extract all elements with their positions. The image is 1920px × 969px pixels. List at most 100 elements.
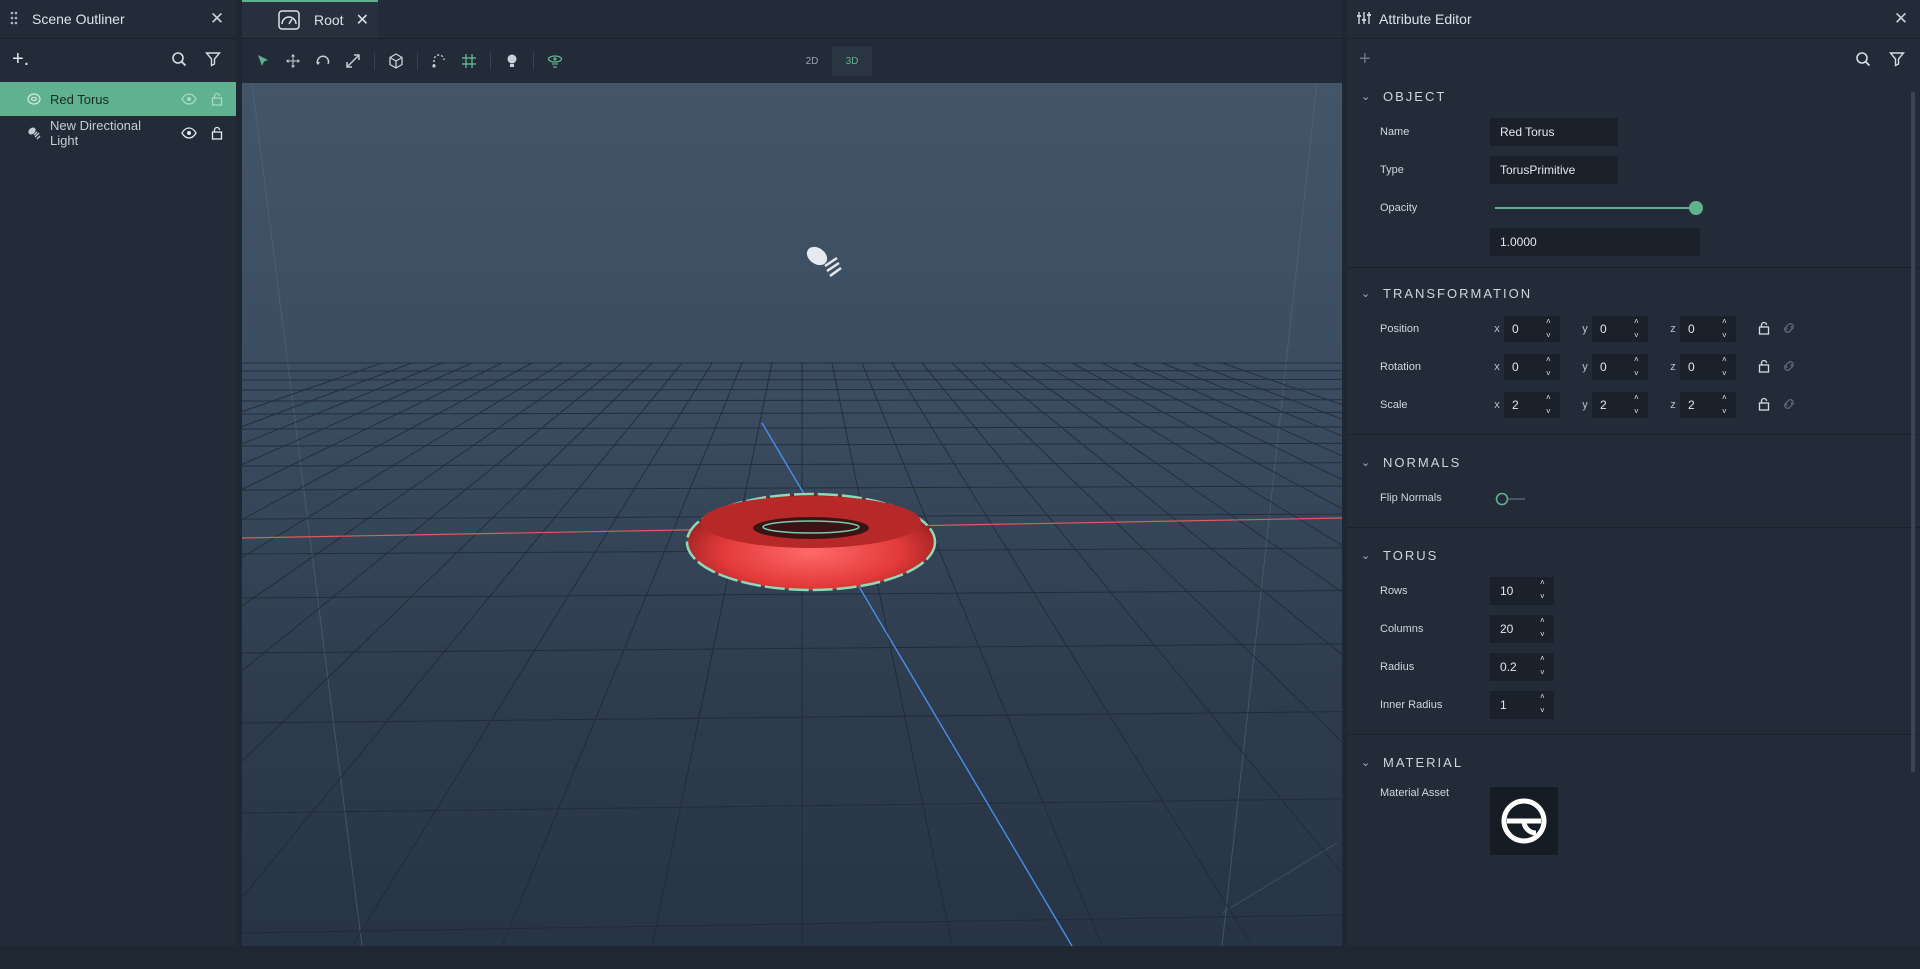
axis-z-label: z xyxy=(1670,361,1676,373)
add-attribute-button[interactable]: + xyxy=(1359,48,1840,71)
lock-icon[interactable] xyxy=(208,124,226,142)
value: 0 xyxy=(1512,360,1519,374)
snap-icon[interactable] xyxy=(424,46,454,76)
rows-label: Rows xyxy=(1380,585,1408,597)
scale-y-input[interactable]: 2 ˄ ˅ xyxy=(1592,392,1648,418)
slider-handle[interactable] xyxy=(1689,201,1703,215)
outliner-item-red-torus[interactable]: Red Torus xyxy=(0,82,236,116)
link-icon[interactable] xyxy=(1782,359,1798,375)
link-icon[interactable] xyxy=(1782,397,1798,413)
grid-line xyxy=(242,362,473,466)
name-field[interactable]: Red Torus xyxy=(1490,118,1618,146)
opacity-slider[interactable] xyxy=(1495,201,1703,215)
add-object-button[interactable]: +. xyxy=(12,48,156,71)
close-icon[interactable]: ✕ xyxy=(208,9,226,29)
move-tool-icon[interactable] xyxy=(278,46,308,76)
grid-line xyxy=(831,362,953,946)
close-icon[interactable]: ✕ xyxy=(356,10,369,30)
camera-orbit-icon[interactable] xyxy=(540,46,570,76)
position-x-input[interactable]: 0 ˄ ˅ xyxy=(1504,316,1560,342)
stepper-icon[interactable]: ˄ ˅ xyxy=(1634,317,1644,341)
select-tool-icon[interactable] xyxy=(248,46,278,76)
rotate-tool-icon[interactable] xyxy=(308,46,338,76)
scrollbar[interactable] xyxy=(1911,92,1915,772)
grid-line xyxy=(242,914,1342,934)
stepper-icon[interactable]: ˄ ˅ xyxy=(1546,317,1556,341)
object-section-header[interactable]: ⌄ OBJECT xyxy=(1347,79,1920,113)
close-icon[interactable]: ✕ xyxy=(1892,9,1910,29)
search-icon[interactable] xyxy=(168,48,190,70)
grid-line xyxy=(501,362,743,946)
value: 2 xyxy=(1600,398,1607,412)
lock-icon[interactable] xyxy=(1758,321,1774,337)
stepper-icon[interactable]: ˄ ˅ xyxy=(1540,578,1550,602)
scale-tool-icon[interactable] xyxy=(338,46,368,76)
torus-section-header[interactable]: ⌄ TORUS xyxy=(1347,538,1920,572)
viewport-panel: Root ✕ 2D 3D xyxy=(242,0,1342,946)
filter-icon[interactable] xyxy=(1886,48,1908,70)
axis-x-label: x xyxy=(1494,323,1500,335)
status-bar xyxy=(0,946,1920,969)
stepper-icon[interactable]: ˄ ˅ xyxy=(1546,393,1556,417)
scale-row: Scale x 2 ˄ ˅ y 2 ˄ ˅ z 2 ˄ ˅ xyxy=(1347,386,1920,424)
scale-z-input[interactable]: 2 ˄ ˅ xyxy=(1680,392,1736,418)
stepper-icon[interactable]: ˄ ˅ xyxy=(1722,393,1732,417)
eye-icon[interactable] xyxy=(180,90,198,108)
opacity-input[interactable]: 1.0000 xyxy=(1490,228,1700,256)
grid-line xyxy=(1191,362,1342,420)
stepper-icon[interactable]: ˄ ˅ xyxy=(1634,355,1644,379)
transformation-section-header[interactable]: ⌄ TRANSFORMATION xyxy=(1347,276,1920,310)
position-y-input[interactable]: 0 ˄ ˅ xyxy=(1592,316,1648,342)
chevron-down-icon: ⌄ xyxy=(1361,287,1373,300)
stepper-icon[interactable]: ˄ ˅ xyxy=(1634,393,1644,417)
flip-normals-toggle[interactable] xyxy=(1495,492,1527,509)
light-bulb-icon[interactable] xyxy=(497,46,527,76)
rotation-x-input[interactable]: 0 ˄ ˅ xyxy=(1504,354,1560,380)
position-z-input[interactable]: 0 ˄ ˅ xyxy=(1680,316,1736,342)
lock-icon[interactable] xyxy=(1758,397,1774,413)
stepper-icon[interactable]: ˄ ˅ xyxy=(1546,355,1556,379)
rows-input[interactable]: 10 ˄ ˅ xyxy=(1490,577,1554,605)
grid-line xyxy=(242,362,383,413)
columns-input[interactable]: 20 ˄ ˅ xyxy=(1490,615,1554,643)
name-row: Name Red Torus xyxy=(1347,113,1920,151)
grid-line xyxy=(242,362,533,521)
stepper-icon[interactable]: ˄ ˅ xyxy=(1540,616,1550,640)
eye-icon[interactable] xyxy=(180,124,198,142)
stepper-icon[interactable]: ˄ ˅ xyxy=(1722,355,1732,379)
stepper-icon[interactable]: ˄ ˅ xyxy=(1540,654,1550,678)
material-thumbnail[interactable] xyxy=(1490,787,1558,855)
normals-section-header[interactable]: ⌄ NORMALS xyxy=(1347,445,1920,479)
object-mode-icon[interactable] xyxy=(381,46,411,76)
3d-viewport[interactable] xyxy=(242,83,1342,946)
drag-handle-icon[interactable] xyxy=(10,11,22,28)
section-title: MATERIAL xyxy=(1383,754,1464,770)
scale-x-input[interactable]: 2 ˄ ˅ xyxy=(1504,392,1560,418)
grid-icon[interactable] xyxy=(454,46,484,76)
flip-normals-label: Flip Normals xyxy=(1380,492,1442,504)
lock-icon[interactable] xyxy=(1758,359,1774,375)
inner-radius-input[interactable]: 1 ˄ ˅ xyxy=(1490,691,1554,719)
tab-root[interactable]: Root ✕ xyxy=(242,0,378,38)
stepper-icon[interactable]: ˄ ˅ xyxy=(1722,317,1732,341)
value: 0.2 xyxy=(1500,660,1517,674)
floor-grid xyxy=(242,362,1342,946)
grid-line xyxy=(242,388,1342,391)
material-section-header[interactable]: ⌄ MATERIAL xyxy=(1347,745,1920,779)
grid-line xyxy=(891,362,1253,946)
outliner-item-directional-light[interactable]: New Directional Light xyxy=(0,116,236,150)
sliders-icon xyxy=(1357,11,1371,28)
mode-3d-button[interactable]: 3D xyxy=(832,46,872,76)
lock-icon[interactable] xyxy=(208,90,226,108)
rotation-y-input[interactable]: 0 ˄ ˅ xyxy=(1592,354,1648,380)
link-icon[interactable] xyxy=(1782,321,1798,337)
filter-icon[interactable] xyxy=(202,48,224,70)
radius-input[interactable]: 0.2 ˄ ˅ xyxy=(1490,653,1554,681)
search-icon[interactable] xyxy=(1852,48,1874,70)
mode-2d-button[interactable]: 2D xyxy=(792,46,832,76)
rotation-z-input[interactable]: 0 ˄ ˅ xyxy=(1680,354,1736,380)
stepper-icon[interactable]: ˄ ˅ xyxy=(1540,692,1550,716)
axis-y-label: y xyxy=(1582,323,1588,335)
grid-line xyxy=(242,462,1342,467)
inner-radius-row: Inner Radius 1 ˄ ˅ xyxy=(1347,686,1920,724)
